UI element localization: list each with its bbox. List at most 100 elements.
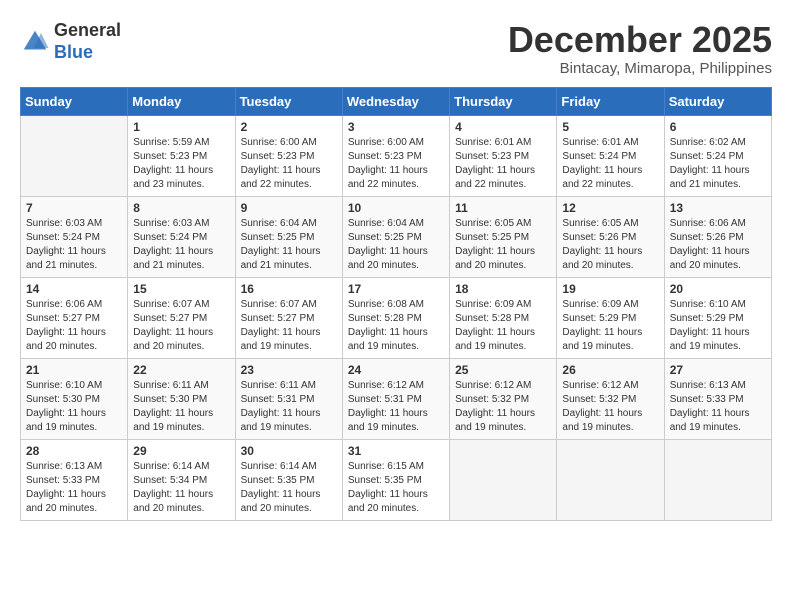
day-number: 30 bbox=[241, 444, 337, 458]
calendar-cell: 20 Sunrise: 6:10 AM Sunset: 5:29 PM Dayli… bbox=[664, 277, 771, 358]
calendar-cell: 23 Sunrise: 6:11 AM Sunset: 5:31 PM Dayli… bbox=[235, 358, 342, 439]
calendar-cell: 1 Sunrise: 5:59 AM Sunset: 5:23 PM Daylig… bbox=[128, 115, 235, 196]
day-number: 3 bbox=[348, 120, 444, 134]
day-number: 25 bbox=[455, 363, 551, 377]
calendar-day-header: Thursday bbox=[450, 87, 557, 115]
calendar-week-row: 14 Sunrise: 6:06 AM Sunset: 5:27 PM Dayli… bbox=[21, 277, 772, 358]
calendar-cell: 9 Sunrise: 6:04 AM Sunset: 5:25 PM Daylig… bbox=[235, 196, 342, 277]
day-info: Sunrise: 6:07 AM Sunset: 5:27 PM Dayligh… bbox=[241, 298, 337, 354]
calendar-cell: 19 Sunrise: 6:09 AM Sunset: 5:29 PM Dayli… bbox=[557, 277, 664, 358]
calendar-week-row: 21 Sunrise: 6:10 AM Sunset: 5:30 PM Dayli… bbox=[21, 358, 772, 439]
day-info: Sunrise: 6:01 AM Sunset: 5:24 PM Dayligh… bbox=[562, 136, 658, 192]
day-number: 10 bbox=[348, 201, 444, 215]
calendar-day-header: Saturday bbox=[664, 87, 771, 115]
day-number: 1 bbox=[133, 120, 229, 134]
day-number: 20 bbox=[670, 282, 766, 296]
day-info: Sunrise: 6:05 AM Sunset: 5:26 PM Dayligh… bbox=[562, 217, 658, 273]
calendar-cell: 6 Sunrise: 6:02 AM Sunset: 5:24 PM Daylig… bbox=[664, 115, 771, 196]
day-number: 7 bbox=[26, 201, 122, 215]
calendar-day-header: Sunday bbox=[21, 87, 128, 115]
day-info: Sunrise: 5:59 AM Sunset: 5:23 PM Dayligh… bbox=[133, 136, 229, 192]
logo-blue-text: Blue bbox=[54, 42, 93, 62]
calendar-week-row: 28Sunrise: 6:13 AM Sunset: 5:33 PM Dayli… bbox=[21, 439, 772, 520]
day-info: Sunrise: 6:13 AM Sunset: 5:33 PM Dayligh… bbox=[670, 379, 766, 435]
calendar-cell: 26 Sunrise: 6:12 AM Sunset: 5:32 PM Dayli… bbox=[557, 358, 664, 439]
day-info: Sunrise: 6:14 AM Sunset: 5:35 PM Dayligh… bbox=[241, 460, 337, 516]
day-info: Sunrise: 6:11 AM Sunset: 5:31 PM Dayligh… bbox=[241, 379, 337, 435]
title-block: December 2025 Bintacay, Mimaropa, Philip… bbox=[508, 20, 772, 77]
page-header: General Blue December 2025 Bintacay, Mim… bbox=[20, 20, 772, 77]
calendar-cell bbox=[557, 439, 664, 520]
day-number: 14 bbox=[26, 282, 122, 296]
calendar-cell: 10Sunrise: 6:04 AM Sunset: 5:25 PM Dayli… bbox=[342, 196, 449, 277]
day-number: 17 bbox=[348, 282, 444, 296]
day-number: 21 bbox=[26, 363, 122, 377]
calendar-cell: 8 Sunrise: 6:03 AM Sunset: 5:24 PM Daylig… bbox=[128, 196, 235, 277]
calendar-cell: 16 Sunrise: 6:07 AM Sunset: 5:27 PM Dayli… bbox=[235, 277, 342, 358]
day-info: Sunrise: 6:12 AM Sunset: 5:32 PM Dayligh… bbox=[562, 379, 658, 435]
calendar-cell bbox=[21, 115, 128, 196]
calendar-week-row: 1 Sunrise: 5:59 AM Sunset: 5:23 PM Daylig… bbox=[21, 115, 772, 196]
day-info: Sunrise: 6:03 AM Sunset: 5:24 PM Dayligh… bbox=[133, 217, 229, 273]
day-number: 5 bbox=[562, 120, 658, 134]
calendar-header-row: SundayMondayTuesdayWednesdayThursdayFrid… bbox=[21, 87, 772, 115]
calendar-cell: 29Sunrise: 6:14 AM Sunset: 5:34 PM Dayli… bbox=[128, 439, 235, 520]
day-number: 18 bbox=[455, 282, 551, 296]
day-number: 24 bbox=[348, 363, 444, 377]
calendar-cell: 3 Sunrise: 6:00 AM Sunset: 5:23 PM Daylig… bbox=[342, 115, 449, 196]
calendar-cell: 11 Sunrise: 6:05 AM Sunset: 5:25 PM Dayli… bbox=[450, 196, 557, 277]
calendar-cell: 22 Sunrise: 6:11 AM Sunset: 5:30 PM Dayli… bbox=[128, 358, 235, 439]
day-number: 29 bbox=[133, 444, 229, 458]
calendar-day-header: Tuesday bbox=[235, 87, 342, 115]
calendar-cell: 2Sunrise: 6:00 AM Sunset: 5:23 PM Daylig… bbox=[235, 115, 342, 196]
day-number: 13 bbox=[670, 201, 766, 215]
calendar-day-header: Wednesday bbox=[342, 87, 449, 115]
day-number: 12 bbox=[562, 201, 658, 215]
day-number: 6 bbox=[670, 120, 766, 134]
day-number: 4 bbox=[455, 120, 551, 134]
day-info: Sunrise: 6:02 AM Sunset: 5:24 PM Dayligh… bbox=[670, 136, 766, 192]
calendar-cell: 27Sunrise: 6:13 AM Sunset: 5:33 PM Dayli… bbox=[664, 358, 771, 439]
calendar-cell: 17Sunrise: 6:08 AM Sunset: 5:28 PM Dayli… bbox=[342, 277, 449, 358]
calendar-cell: 7Sunrise: 6:03 AM Sunset: 5:24 PM Daylig… bbox=[21, 196, 128, 277]
day-info: Sunrise: 6:05 AM Sunset: 5:25 PM Dayligh… bbox=[455, 217, 551, 273]
calendar-cell: 30 Sunrise: 6:14 AM Sunset: 5:35 PM Dayli… bbox=[235, 439, 342, 520]
day-info: Sunrise: 6:15 AM Sunset: 5:35 PM Dayligh… bbox=[348, 460, 444, 516]
day-info: Sunrise: 6:11 AM Sunset: 5:30 PM Dayligh… bbox=[133, 379, 229, 435]
day-number: 9 bbox=[241, 201, 337, 215]
day-info: Sunrise: 6:10 AM Sunset: 5:29 PM Dayligh… bbox=[670, 298, 766, 354]
day-info: Sunrise: 6:13 AM Sunset: 5:33 PM Dayligh… bbox=[26, 460, 122, 516]
day-info: Sunrise: 6:07 AM Sunset: 5:27 PM Dayligh… bbox=[133, 298, 229, 354]
day-number: 11 bbox=[455, 201, 551, 215]
calendar-cell: 15 Sunrise: 6:07 AM Sunset: 5:27 PM Dayli… bbox=[128, 277, 235, 358]
day-number: 16 bbox=[241, 282, 337, 296]
day-info: Sunrise: 6:12 AM Sunset: 5:31 PM Dayligh… bbox=[348, 379, 444, 435]
day-info: Sunrise: 6:12 AM Sunset: 5:32 PM Dayligh… bbox=[455, 379, 551, 435]
calendar-cell: 12 Sunrise: 6:05 AM Sunset: 5:26 PM Dayli… bbox=[557, 196, 664, 277]
day-number: 23 bbox=[241, 363, 337, 377]
day-number: 8 bbox=[133, 201, 229, 215]
day-number: 22 bbox=[133, 363, 229, 377]
calendar-cell: 13Sunrise: 6:06 AM Sunset: 5:26 PM Dayli… bbox=[664, 196, 771, 277]
logo: General Blue bbox=[20, 20, 121, 63]
day-info: Sunrise: 6:10 AM Sunset: 5:30 PM Dayligh… bbox=[26, 379, 122, 435]
day-number: 15 bbox=[133, 282, 229, 296]
logo-general-text: General bbox=[54, 20, 121, 40]
calendar-cell bbox=[664, 439, 771, 520]
day-info: Sunrise: 6:09 AM Sunset: 5:29 PM Dayligh… bbox=[562, 298, 658, 354]
calendar-cell: 28Sunrise: 6:13 AM Sunset: 5:33 PM Dayli… bbox=[21, 439, 128, 520]
calendar-cell bbox=[450, 439, 557, 520]
day-info: Sunrise: 6:00 AM Sunset: 5:23 PM Dayligh… bbox=[241, 136, 337, 192]
day-number: 26 bbox=[562, 363, 658, 377]
calendar-table: SundayMondayTuesdayWednesdayThursdayFrid… bbox=[20, 87, 772, 521]
calendar-week-row: 7 Sunrise: 6:03 AM Sunset: 5:24 PM Daylig… bbox=[21, 196, 772, 277]
calendar-cell: 5 Sunrise: 6:01 AM Sunset: 5:24 PM Daylig… bbox=[557, 115, 664, 196]
day-info: Sunrise: 6:04 AM Sunset: 5:25 PM Dayligh… bbox=[241, 217, 337, 273]
day-info: Sunrise: 6:01 AM Sunset: 5:23 PM Dayligh… bbox=[455, 136, 551, 192]
calendar-cell: 31Sunrise: 6:15 AM Sunset: 5:35 PM Dayli… bbox=[342, 439, 449, 520]
day-info: Sunrise: 6:06 AM Sunset: 5:27 PM Dayligh… bbox=[26, 298, 122, 354]
location-text: Bintacay, Mimaropa, Philippines bbox=[508, 60, 772, 77]
calendar-cell: 4 Sunrise: 6:01 AM Sunset: 5:23 PM Daylig… bbox=[450, 115, 557, 196]
day-info: Sunrise: 6:00 AM Sunset: 5:23 PM Dayligh… bbox=[348, 136, 444, 192]
day-number: 19 bbox=[562, 282, 658, 296]
